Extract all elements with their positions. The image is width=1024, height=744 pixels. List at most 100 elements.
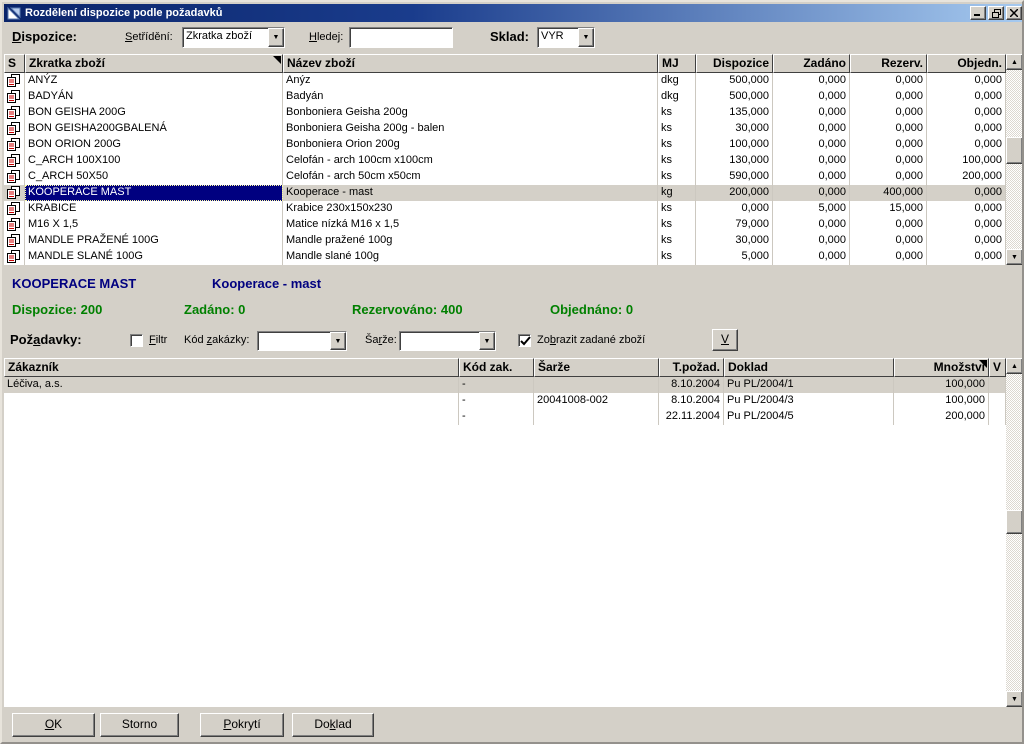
goods-table: SZkratka zbožíNázev zbožíMJDispoziceZadá… xyxy=(4,54,1006,265)
close-button[interactable] xyxy=(1006,6,1022,20)
column-header-z-kazn-k[interactable]: Zákazník xyxy=(4,358,459,377)
chevron-down-icon[interactable]: ▼ xyxy=(268,28,284,47)
chevron-down-icon[interactable]: ▼ xyxy=(578,28,594,47)
row-icon-cell xyxy=(4,105,25,121)
column-header-n-zev-zbo-[interactable]: Název zboží xyxy=(283,54,658,73)
storno-button[interactable]: Storno xyxy=(100,713,179,737)
minimize-button[interactable] xyxy=(970,6,986,20)
table-row[interactable]: C_ARCH 100X100Celofán - arch 100cm x100c… xyxy=(4,153,1006,169)
cell-dispozice: 0,000 xyxy=(696,201,773,217)
document-copy-icon xyxy=(7,122,20,135)
setrideni-label: Setřídění: xyxy=(125,31,173,43)
setrideni-value: Zkratka zboží xyxy=(183,28,268,47)
cell-doklad: Pu PL/2004/3 xyxy=(724,393,894,409)
cell-mj: ks xyxy=(658,121,696,137)
cell-rezerv: 0,000 xyxy=(850,169,927,185)
column-header-k-d-zak-[interactable]: Kód zak. xyxy=(459,358,534,377)
goods-table-scrollbar[interactable]: ▲ ▼ xyxy=(1006,54,1023,265)
close-icon xyxy=(1010,9,1018,17)
cell-zadano: 0,000 xyxy=(773,121,850,137)
column-header-dispozice[interactable]: Dispozice xyxy=(696,54,773,73)
hledej-input[interactable] xyxy=(349,27,453,48)
column-header-mno-stv-[interactable]: Množství xyxy=(894,358,989,377)
table-row[interactable]: KRABICEKrabice 230x150x230ks0,0005,00015… xyxy=(4,201,1006,217)
cell-rezerv: 0,000 xyxy=(850,153,927,169)
table-row[interactable]: M16 X 1,5Matice nízká M16 x 1,5ks79,0000… xyxy=(4,217,1006,233)
cell-kod: - xyxy=(459,409,534,425)
cell-mj: ks xyxy=(658,249,696,265)
requirements-table-scrollbar[interactable]: ▲ ▼ xyxy=(1006,358,1023,707)
column-header-v[interactable]: V xyxy=(989,358,1006,377)
column-header-rezerv-[interactable]: Rezerv. xyxy=(850,54,927,73)
table-row[interactable]: ANÝZAnýzdkg500,0000,0000,0000,000 xyxy=(4,73,1006,89)
cell-mnozstvi: 100,000 xyxy=(894,393,989,409)
restore-button[interactable] xyxy=(988,6,1004,20)
cell-rezerv: 0,000 xyxy=(850,121,927,137)
requirements-table-header: ZákazníkKód zak.ŠaržeT.požad.DokladMnožs… xyxy=(4,358,1006,377)
column-header-doklad[interactable]: Doklad xyxy=(724,358,894,377)
title-bar[interactable]: Rozdělení dispozice podle požadavků xyxy=(4,4,1024,22)
document-copy-icon xyxy=(7,202,20,215)
doklad-button[interactable]: Doklad xyxy=(292,713,374,737)
ok-button[interactable]: OK xyxy=(12,713,95,737)
cell-rezerv: 0,000 xyxy=(850,137,927,153)
table-row[interactable]: C_ARCH 50X50Celofán - arch 50cm x50cmks5… xyxy=(4,169,1006,185)
cell-zkratka: MANDLE SLANÉ 100G xyxy=(25,249,283,265)
sarze-combobox[interactable]: ▼ xyxy=(399,331,496,351)
setrideni-combobox[interactable]: Zkratka zboží ▼ xyxy=(182,27,285,48)
cell-mj: ks xyxy=(658,233,696,249)
table-row[interactable]: BON GEISHA 200GBonboniera Geisha 200gks1… xyxy=(4,105,1006,121)
arrow-up-icon[interactable]: ▲ xyxy=(1006,358,1023,374)
cell-dispozice: 30,000 xyxy=(696,233,773,249)
cell-objedn: 0,000 xyxy=(927,105,1006,121)
column-header--ar-e[interactable]: Šarže xyxy=(534,358,659,377)
cell-dispozice: 79,000 xyxy=(696,217,773,233)
document-copy-icon xyxy=(7,186,20,199)
column-header-mj[interactable]: MJ xyxy=(658,54,696,73)
table-row[interactable]: Léčiva, a.s.-8.10.2004Pu PL/2004/1100,00… xyxy=(4,377,1006,393)
arrow-up-icon[interactable]: ▲ xyxy=(1006,54,1023,70)
arrow-down-icon[interactable]: ▼ xyxy=(1006,691,1023,707)
pokryti-button[interactable]: Pokrytí xyxy=(200,713,284,737)
app-window: Rozdělení dispozice podle požadavků Disp… xyxy=(0,0,1024,744)
zobrazit-checkbox[interactable] xyxy=(518,334,531,347)
chevron-down-icon[interactable]: ▼ xyxy=(330,332,346,350)
row-icon-cell xyxy=(4,153,25,169)
table-row[interactable]: BON ORION 200GBonboniera Orion 200gks100… xyxy=(4,137,1006,153)
column-header-s[interactable]: S xyxy=(4,54,25,73)
table-row[interactable]: KOOPERACE MASTKooperace - mastkg200,0000… xyxy=(4,185,1006,201)
v-button[interactable]: V xyxy=(712,329,738,351)
cell-zkratka: KOOPERACE MAST xyxy=(25,185,283,201)
column-header-t-po-ad-[interactable]: T.požad. xyxy=(659,358,724,377)
sklad-combobox[interactable]: VYR ▼ xyxy=(537,27,595,48)
column-header-objedn-[interactable]: Objedn. xyxy=(927,54,1006,73)
table-row[interactable]: MANDLE PRAŽENÉ 100GMandle pražené 100gks… xyxy=(4,233,1006,249)
table-row[interactable]: MANDLE SLANÉ 100GMandle slané 100gks5,00… xyxy=(4,249,1006,265)
cell-nazev: Celofán - arch 50cm x50cm xyxy=(283,169,658,185)
cell-dispozice: 135,000 xyxy=(696,105,773,121)
cell-objedn: 0,000 xyxy=(927,137,1006,153)
chevron-down-icon[interactable]: ▼ xyxy=(479,332,495,350)
kod-zakazky-combobox[interactable]: ▼ xyxy=(257,331,347,351)
cell-rezerv: 400,000 xyxy=(850,185,927,201)
sort-indicator-icon xyxy=(979,360,987,368)
arrow-down-icon[interactable]: ▼ xyxy=(1006,249,1023,265)
table-row[interactable]: BADYÁNBadyándkg500,0000,0000,0000,000 xyxy=(4,89,1006,105)
document-copy-icon xyxy=(7,90,20,103)
pozadavky-label: Požadavky: xyxy=(10,332,82,347)
scrollbar-thumb[interactable] xyxy=(1006,137,1023,164)
cell-nazev: Anýz xyxy=(283,73,658,89)
table-row[interactable]: -22.11.2004Pu PL/2004/5200,000 xyxy=(4,409,1006,425)
cell-dispozice: 130,000 xyxy=(696,153,773,169)
cell-nazev: Kooperace - mast xyxy=(283,185,658,201)
column-header-zkratka-zbo-[interactable]: Zkratka zboží xyxy=(25,54,283,73)
table-row[interactable]: -20041008-0028.10.2004Pu PL/2004/3100,00… xyxy=(4,393,1006,409)
cell-zkratka: BON ORION 200G xyxy=(25,137,283,153)
column-header-zad-no[interactable]: Zadáno xyxy=(773,54,850,73)
table-row[interactable]: BON GEISHA200GBALENÁBonboniera Geisha 20… xyxy=(4,121,1006,137)
filtr-label: Filtr xyxy=(149,334,167,346)
cell-nazev: Badyán xyxy=(283,89,658,105)
filtr-checkbox[interactable] xyxy=(130,334,143,347)
cell-zadano: 0,000 xyxy=(773,89,850,105)
scrollbar-thumb[interactable] xyxy=(1006,510,1023,534)
